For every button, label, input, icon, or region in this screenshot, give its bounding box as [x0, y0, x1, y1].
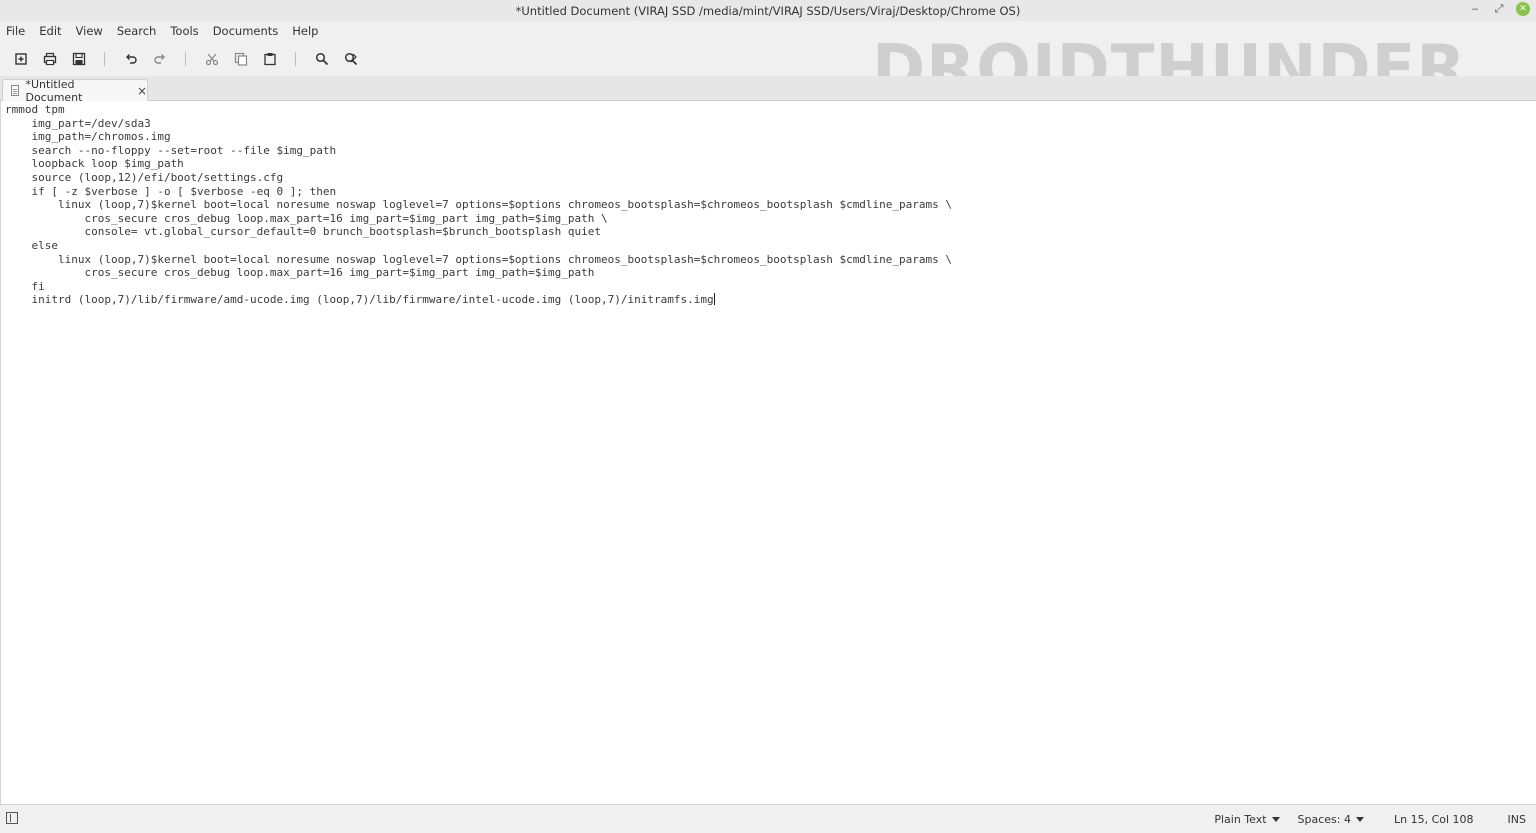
code-text[interactable]: rmmod tpm img_part=/dev/sda3 img_path=/c…: [5, 103, 952, 307]
maximize-icon[interactable]: ⤢: [1492, 2, 1506, 16]
print-icon[interactable]: [39, 48, 61, 70]
title-bar: *Untitled Document (VIRAJ SSD /media/min…: [0, 0, 1536, 21]
window-title: *Untitled Document (VIRAJ SSD /media/min…: [515, 3, 1021, 18]
menu-bar: File Edit View Search Tools Documents He…: [0, 21, 1536, 41]
code-line: loopback loop $img_path: [5, 157, 184, 171]
toolbar-separator: [295, 51, 296, 66]
code-line: rmmod tpm: [5, 103, 65, 116]
menu-view[interactable]: View: [69, 24, 110, 38]
find-replace-icon[interactable]: [340, 48, 362, 70]
undo-icon[interactable]: [120, 48, 142, 70]
tab-width-selector[interactable]: Spaces: 4: [1298, 813, 1364, 826]
code-line: fi: [5, 279, 45, 293]
code-line: if [ -z $verbose ] -o [ $verbose -eq 0 ]…: [5, 184, 337, 198]
new-document-icon[interactable]: [10, 48, 32, 70]
side-panel-icon[interactable]: [6, 812, 18, 824]
tab-bar: *Untitled Document ×: [0, 76, 1536, 104]
status-bar-right: Plain Text Spaces: 4 Ln 15, Col 108 INS: [1196, 805, 1526, 833]
menu-tools[interactable]: Tools: [163, 24, 205, 38]
redo-icon[interactable]: [149, 48, 171, 70]
code-line: console= vt.global_cursor_default=0 brun…: [5, 225, 602, 239]
cut-icon[interactable]: [201, 48, 223, 70]
find-icon[interactable]: [311, 48, 333, 70]
tab-label: *Untitled Document: [25, 77, 83, 104]
text-editor[interactable]: rmmod tpm img_part=/dev/sda3 img_path=/c…: [0, 101, 1536, 804]
code-line: img_part=/dev/sda3: [5, 116, 151, 130]
language-selector[interactable]: Plain Text: [1214, 812, 1280, 826]
code-line: search --no-floppy --set=root --file $im…: [5, 143, 337, 157]
status-bar: Plain Text Spaces: 4 Ln 15, Col 108 INS: [0, 804, 1536, 832]
copy-icon[interactable]: [230, 48, 252, 70]
tab-width-label: Spaces: 4: [1297, 812, 1351, 826]
code-line: initrd (loop,7)/lib/firmware/amd-ucode.i…: [5, 293, 714, 307]
code-line: linux (loop,7)$kernel boot=local noresum…: [5, 198, 953, 212]
menu-edit[interactable]: Edit: [32, 24, 68, 38]
chevron-down-icon: [1355, 816, 1364, 822]
text-caret: [713, 293, 715, 306]
chevron-down-icon: [1271, 816, 1280, 822]
text-document-icon: [11, 85, 20, 96]
code-line: source (loop,12)/efi/boot/settings.cfg: [5, 170, 284, 184]
minimize-icon[interactable]: ‒: [1468, 2, 1482, 16]
code-line-with-caret: initrd (loop,7)/lib/firmware/amd-ucode.i…: [5, 293, 952, 307]
menu-help[interactable]: Help: [285, 24, 325, 38]
menu-search[interactable]: Search: [110, 24, 164, 38]
window-controls: ‒ ⤢ ✕: [1468, 2, 1530, 16]
toolbar-separator: [104, 51, 105, 66]
insert-mode-indicator: INS: [1507, 812, 1526, 826]
code-line: img_path=/chromos.img: [5, 130, 171, 144]
save-icon[interactable]: [68, 48, 90, 70]
code-line: else: [5, 238, 58, 252]
toolbar: [0, 41, 1536, 76]
tab-untitled-document[interactable]: *Untitled Document ×: [2, 77, 148, 104]
tab-close-icon[interactable]: ×: [137, 84, 147, 98]
paste-icon[interactable]: [259, 48, 281, 70]
menu-file[interactable]: File: [0, 24, 32, 38]
code-line: cros_secure cros_debug loop.max_part=16 …: [5, 266, 595, 280]
toolbar-separator: [185, 51, 186, 66]
cursor-position: Ln 15, Col 108: [1393, 812, 1474, 826]
code-line: linux (loop,7)$kernel boot=local noresum…: [5, 252, 953, 266]
close-icon[interactable]: ✕: [1516, 2, 1530, 16]
code-line: cros_secure cros_debug loop.max_part=16 …: [5, 211, 608, 225]
language-label: Plain Text: [1214, 812, 1267, 826]
menu-documents[interactable]: Documents: [206, 24, 286, 38]
